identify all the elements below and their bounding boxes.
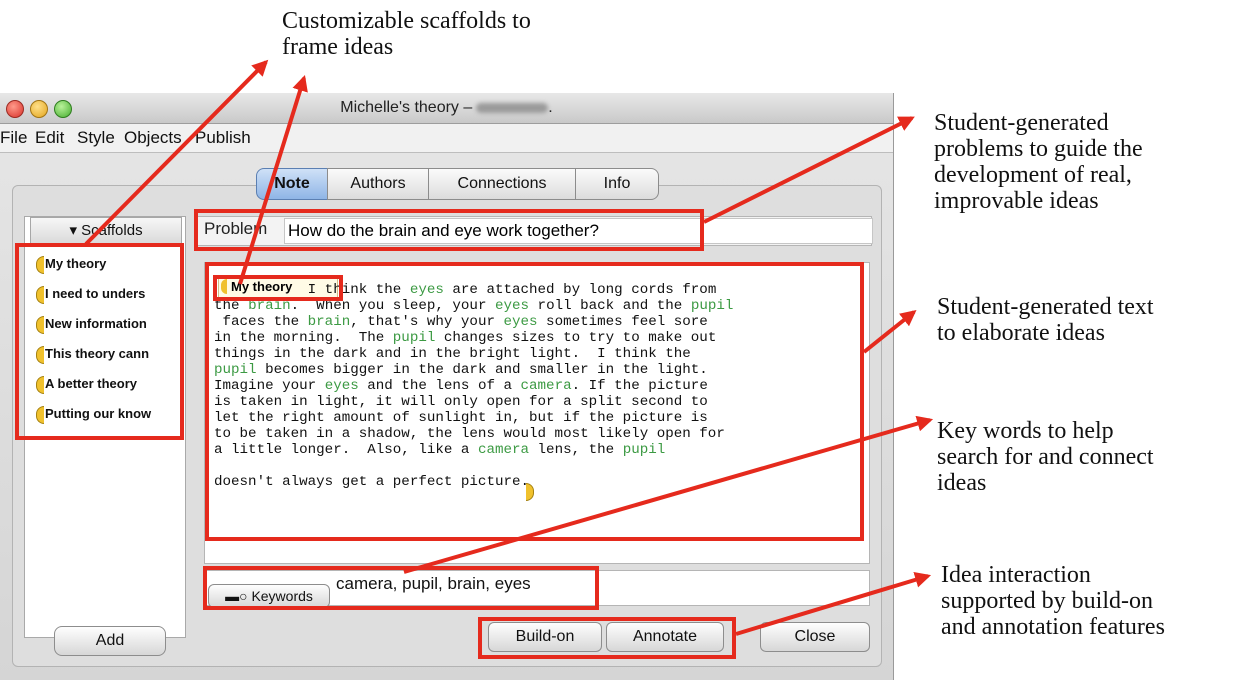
annotation-arrows [84, 59, 934, 636]
arrow-scaffolds-panel [84, 59, 269, 246]
arrow-scaffold-tag [238, 74, 308, 285]
arrow-note-text [862, 310, 917, 354]
arrow-interaction [735, 572, 932, 636]
arrow-keywords [403, 415, 934, 574]
arrow-problem [703, 116, 915, 224]
